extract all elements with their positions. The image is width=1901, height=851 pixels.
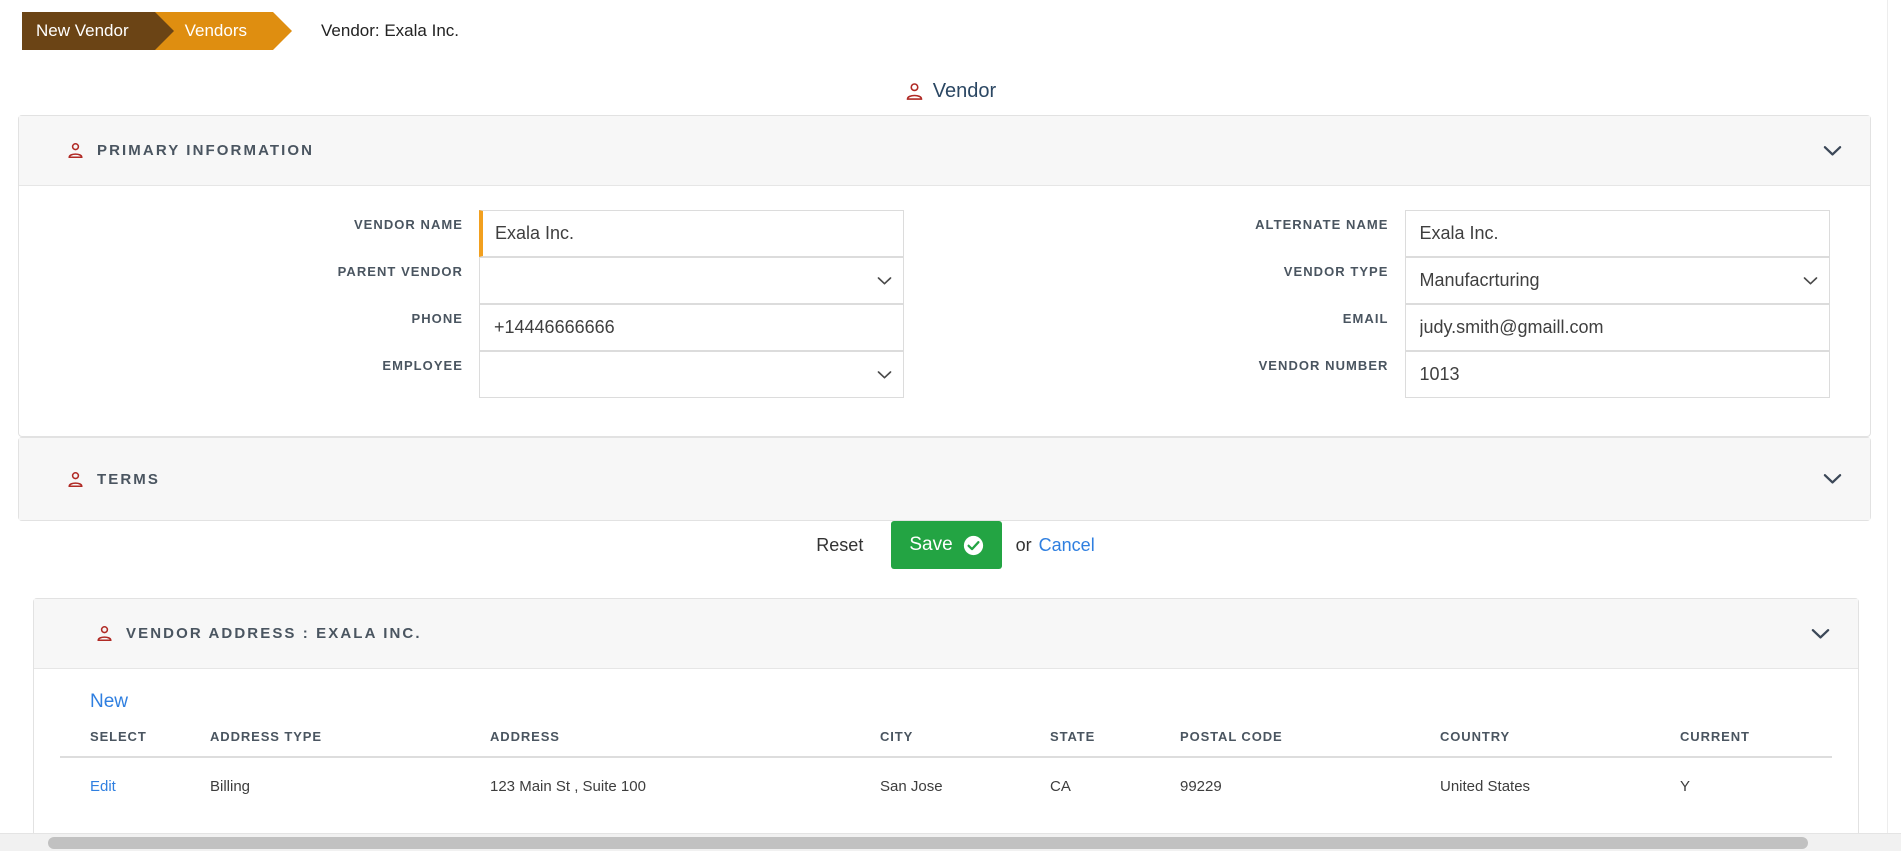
- field-label: EMPLOYEE: [382, 358, 463, 373]
- terms-header[interactable]: TERMS: [19, 438, 1870, 520]
- new-address-link[interactable]: New: [90, 691, 128, 713]
- column-header-select: SELECT: [60, 729, 210, 758]
- breadcrumb-item-label: New Vendor: [36, 21, 129, 40]
- field-parent-vendor: PARENT VENDOR: [19, 257, 945, 304]
- primary-information-form: VENDOR NAME PARENT VENDOR PHONE: [19, 186, 1870, 424]
- check-circle-icon: [963, 535, 984, 556]
- form-column-left: VENDOR NAME PARENT VENDOR PHONE: [19, 210, 945, 398]
- primary-information-header[interactable]: PRIMARY INFORMATION: [19, 116, 1870, 186]
- breadcrumb-item-new-vendor[interactable]: New Vendor: [22, 12, 174, 50]
- employee-select[interactable]: [479, 351, 904, 398]
- vendor-name-input[interactable]: [479, 210, 904, 257]
- field-email: EMAIL: [945, 304, 1871, 351]
- parent-vendor-select[interactable]: [479, 257, 904, 304]
- field-label: VENDOR NUMBER: [1258, 358, 1389, 373]
- column-header-city: CITY: [880, 729, 1050, 758]
- breadcrumb-bar: New Vendor Vendors Vendor: Exala Inc.: [0, 0, 1901, 62]
- column-header-postal-code: POSTAL CODE: [1180, 729, 1440, 758]
- chevron-down-icon[interactable]: [1811, 628, 1830, 640]
- field-label: ALTERNATE NAME: [1255, 217, 1389, 232]
- field-label: PHONE: [411, 311, 463, 326]
- vertical-scrollbar[interactable]: [1887, 0, 1901, 833]
- primary-information-panel: PRIMARY INFORMATION VENDOR NAME PARENT V…: [18, 115, 1871, 437]
- column-header-state: STATE: [1050, 729, 1180, 758]
- horizontal-scrollbar[interactable]: [0, 833, 1901, 851]
- field-label: EMAIL: [1342, 311, 1389, 326]
- cell-address: 123 Main St , Suite 100: [490, 778, 646, 795]
- form-column-right: ALTERNATE NAME VENDOR TYPE EMAIL: [945, 210, 1871, 398]
- vendor-number-input[interactable]: [1404, 351, 1830, 398]
- field-vendor-name: VENDOR NAME: [19, 210, 945, 257]
- breadcrumb: New Vendor Vendors: [22, 12, 293, 50]
- field-label: VENDOR NAME: [353, 217, 463, 232]
- vendor-address-header[interactable]: VENDOR ADDRESS : EXALA INC.: [34, 599, 1858, 669]
- field-employee: EMPLOYEE: [19, 351, 945, 398]
- vendor-address-table-wrap: New SELECT ADDRESS TYPE ADDRESS CITY STA…: [34, 669, 1858, 825]
- breadcrumb-item-label: Vendors: [184, 21, 248, 40]
- field-label: VENDOR TYPE: [1283, 264, 1389, 279]
- field-alternate-name: ALTERNATE NAME: [945, 210, 1871, 257]
- horizontal-scrollbar-thumb[interactable]: [48, 837, 1808, 849]
- field-vendor-type: VENDOR TYPE: [945, 257, 1871, 304]
- form-actions: Reset Save or Cancel: [0, 521, 1901, 569]
- save-button[interactable]: Save: [891, 521, 1002, 569]
- save-button-label: Save: [909, 534, 953, 555]
- cell-postal-code: 99229: [1180, 778, 1222, 795]
- column-header-country: COUNTRY: [1440, 729, 1680, 758]
- terms-panel: TERMS: [18, 437, 1871, 521]
- table-header-row: SELECT ADDRESS TYPE ADDRESS CITY STATE P…: [60, 729, 1832, 758]
- field-label: PARENT VENDOR: [337, 264, 463, 279]
- person-icon: [905, 82, 924, 101]
- vendor-type-select[interactable]: [1404, 257, 1830, 304]
- vendor-address-table: SELECT ADDRESS TYPE ADDRESS CITY STATE P…: [60, 729, 1832, 795]
- edit-address-link[interactable]: Edit: [90, 778, 116, 795]
- page-title: Vendor: [0, 80, 1901, 103]
- page-title-label: Vendor: [932, 80, 997, 102]
- phone-input[interactable]: [479, 304, 904, 351]
- chevron-down-icon[interactable]: [1823, 473, 1842, 485]
- reset-button[interactable]: Reset: [806, 529, 873, 562]
- terms-title: TERMS: [97, 470, 160, 488]
- cell-state: CA: [1050, 778, 1071, 795]
- column-header-address-type: ADDRESS TYPE: [210, 729, 490, 758]
- person-icon: [96, 625, 113, 642]
- cell-country: United States: [1440, 778, 1531, 795]
- cell-address-type: Billing: [210, 778, 251, 795]
- chevron-down-icon[interactable]: [1823, 145, 1842, 157]
- table-row: Edit Billing 123 Main St , Suite 100 San…: [60, 757, 1832, 795]
- primary-information-title: PRIMARY INFORMATION: [97, 142, 315, 159]
- cancel-link[interactable]: Cancel: [1039, 535, 1095, 556]
- email-input[interactable]: [1404, 304, 1830, 351]
- vendor-address-panel: VENDOR ADDRESS : EXALA INC. New SELECT A…: [33, 598, 1859, 838]
- cell-current: Y: [1680, 778, 1691, 795]
- field-vendor-number: VENDOR NUMBER: [945, 351, 1871, 398]
- column-header-address: ADDRESS: [490, 729, 880, 758]
- alternate-name-input[interactable]: [1404, 210, 1830, 257]
- or-label: or: [1015, 534, 1032, 555]
- field-phone: PHONE: [19, 304, 945, 351]
- column-header-current: CURRENT: [1680, 729, 1832, 758]
- person-icon: [67, 142, 84, 159]
- vendor-address-title: VENDOR ADDRESS : EXALA INC.: [126, 625, 422, 642]
- person-icon: [67, 471, 84, 488]
- breadcrumb-current-label: Vendor: Exala Inc.: [321, 21, 459, 40]
- cell-city: San Jose: [880, 778, 943, 795]
